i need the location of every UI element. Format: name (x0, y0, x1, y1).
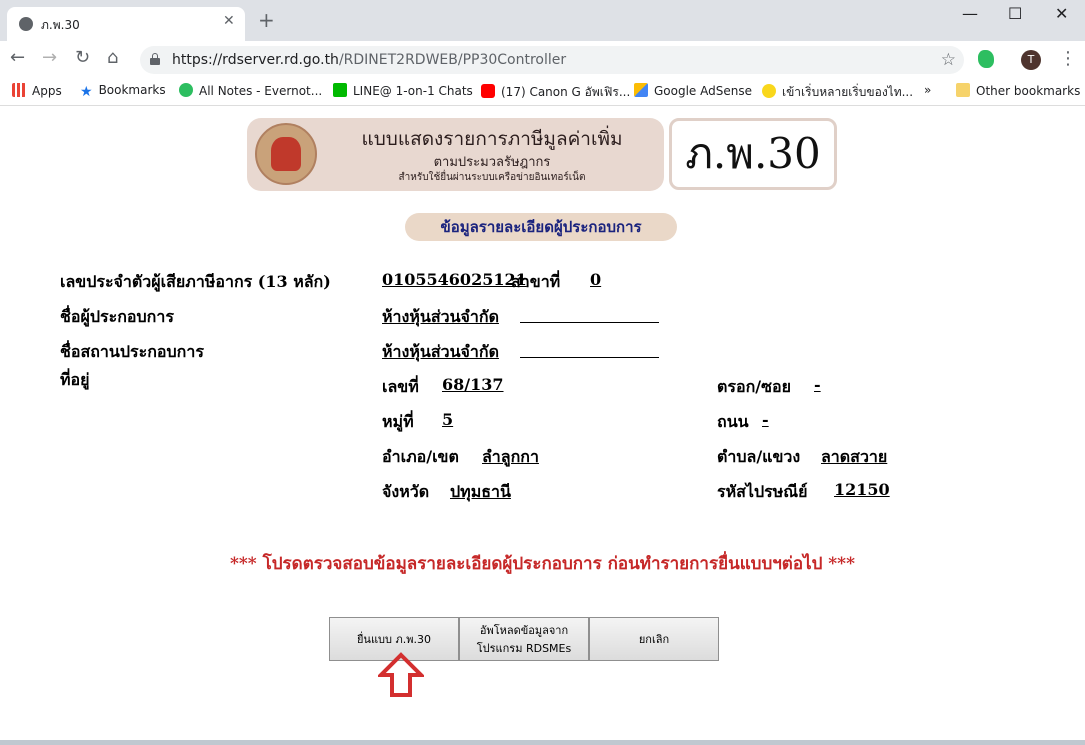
branch-label: สาขาที่ (511, 272, 561, 291)
browser-tab[interactable]: ภ.พ.30 ✕ (7, 7, 245, 41)
bottom-edge (0, 740, 1085, 745)
province-value: ปทุมธานี (450, 482, 511, 501)
bookmark-star-icon[interactable]: ☆ (941, 50, 956, 70)
operator-name-label: ชื่อผู้ประกอบการ (60, 307, 174, 326)
revenue-department-seal-icon (255, 123, 317, 185)
form-title: แบบแสดงรายการภาษีมูลค่าเพิ่ม (361, 128, 623, 150)
up-arrow-icon (378, 652, 424, 697)
minimize-button[interactable]: — (962, 4, 978, 23)
subdistrict-value: ลาดสวาย (821, 447, 888, 466)
youtube-icon (481, 84, 495, 98)
emoji-icon (762, 84, 776, 98)
address-bar[interactable]: https://rdserver.rd.go.th/RDINET2RDWEB/P… (140, 46, 964, 74)
form-subtitle-internet: สำหรับใช้ยื่นผ่านระบบเครือข่ายอินเทอร์เน… (398, 172, 586, 183)
house-no-value: 68/137 (442, 375, 504, 394)
star-icon: ★ (80, 84, 93, 100)
road-label: ถนน (717, 412, 749, 431)
tab-strip: ภ.พ.30 ✕ + — ☐ ✕ (0, 0, 1085, 41)
moo-value: 5 (442, 410, 454, 429)
home-icon[interactable]: ⌂ (107, 49, 118, 67)
form-code-box: ภ.พ.30 (669, 118, 837, 190)
maximize-button[interactable]: ☐ (1008, 4, 1022, 23)
tab-close-icon[interactable]: ✕ (223, 13, 235, 29)
bookmark-other[interactable]: Other bookmarks (956, 83, 1080, 98)
bookmark-adsense[interactable]: Google AdSense (634, 83, 752, 98)
establishment-value: ห้างหุ้นส่วนจำกัด (382, 342, 499, 361)
operator-name-underline (520, 322, 659, 323)
profile-avatar[interactable]: T (1021, 50, 1041, 70)
globe-icon (19, 17, 33, 31)
tax-id-label: เลขประจำตัวผู้เสียภาษีอากร (13 หลัก) (60, 272, 331, 291)
back-icon[interactable]: ← (10, 49, 25, 67)
house-no-label: เลขที่ (382, 377, 419, 396)
establishment-label: ชื่อสถานประกอบการ (60, 342, 204, 361)
page-content: แบบแสดงรายการภาษีมูลค่าเพิ่ม ตามประมวลรั… (0, 106, 1085, 745)
bookmark-line[interactable]: LINE@ 1-on-1 Chats (333, 83, 473, 98)
url-text: https://rdserver.rd.go.th/RDINET2RDWEB/P… (172, 52, 567, 68)
tax-id-value: 0105546025121 (382, 270, 527, 289)
browser-toolbar: ← → ↻ ⌂ https://rdserver.rd.go.th/RDINET… (0, 41, 1085, 77)
header-banner: แบบแสดงรายการภาษีมูลค่าเพิ่ม ตามประมวลรั… (247, 118, 664, 191)
reload-icon[interactable]: ↻ (75, 49, 90, 67)
adsense-icon (634, 83, 648, 97)
bookmarks-bar: Apps ★ Bookmarks All Notes - Evernot... L… (0, 77, 1085, 106)
lock-icon[interactable] (150, 53, 160, 65)
road-value: - (762, 410, 769, 429)
apps-grid-icon (12, 83, 26, 97)
subdistrict-label: ตำบล/แขวง (717, 447, 801, 466)
soi-value: - (814, 375, 821, 394)
province-label: จังหวัด (382, 482, 430, 501)
bookmark-evernote[interactable]: All Notes - Evernot... (179, 83, 322, 98)
folder-icon (956, 83, 970, 97)
upload-rdsmes-button[interactable]: อัพโหลดข้อมูลจาก โปรแกรม RDSMEs (459, 617, 589, 661)
evernote-extension-icon[interactable] (978, 50, 994, 68)
evernote-icon (179, 83, 193, 97)
form-subtitle: ตามประมวลรัษฎากร (433, 155, 551, 170)
moo-label: หมู่ที่ (382, 412, 414, 431)
bookmark-apps[interactable]: Apps (12, 83, 62, 98)
chrome-menu-icon[interactable]: ⋮ (1059, 48, 1077, 69)
new-tab-button[interactable]: + (258, 10, 275, 30)
window-close-button[interactable]: ✕ (1055, 4, 1068, 23)
section-title: ข้อมูลรายละเอียดผู้ประกอบการ (405, 213, 677, 241)
tab-title: ภ.พ.30 (41, 18, 80, 32)
address-label: ที่อยู่ (60, 370, 90, 389)
bookmark-thai-site[interactable]: เข้าเริ่บหลายเริ่บของไท... (762, 83, 913, 102)
bookmarks-overflow-icon[interactable]: » (924, 83, 931, 97)
bookmark-bookmarks[interactable]: ★ Bookmarks (80, 83, 166, 99)
bookmark-youtube[interactable]: (17) Canon G อัพเฟิร... (481, 83, 630, 102)
line-icon (333, 83, 347, 97)
district-value: ลำลูกกา (482, 447, 539, 466)
warning-message: *** โปรดตรวจสอบข้อมูลรายละเอียดผู้ประกอบ… (230, 554, 855, 574)
forward-icon[interactable]: → (42, 49, 57, 67)
zipcode-value: 12150 (834, 480, 890, 499)
soi-label: ตรอก/ซอย (717, 377, 791, 396)
operator-name-value: ห้างหุ้นส่วนจำกัด (382, 307, 499, 326)
establishment-underline (520, 357, 659, 358)
cancel-button[interactable]: ยกเลิก (589, 617, 719, 661)
district-label: อำเภอ/เขต (382, 447, 459, 466)
branch-value: 0 (590, 270, 602, 289)
zipcode-label: รหัสไปรษณีย์ (717, 482, 808, 501)
